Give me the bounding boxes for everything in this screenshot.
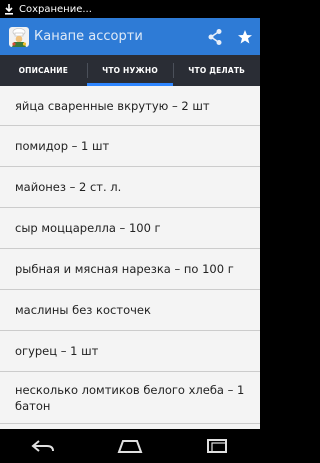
app-title: Канапе ассорти <box>34 29 143 44</box>
list-item: огурец – 1 шт <box>0 331 260 372</box>
list-item: майонез – 2 ст. л. <box>0 167 260 208</box>
action-bar: Канапе ассорти <box>0 18 260 55</box>
chef-icon[interactable] <box>8 26 30 48</box>
ingredients-list[interactable]: яйца сваренные вкрутую – 2 шт помидор – … <box>0 86 260 429</box>
tab-instructions[interactable]: ЧТО ДЕЛАТЬ <box>173 55 260 86</box>
star-icon <box>238 29 252 43</box>
tab-ingredients[interactable]: ЧТО НУЖНО <box>86 55 174 86</box>
share-button[interactable] <box>200 18 230 55</box>
list-item: несколько ломтиков белого хлеба – 1 бато… <box>0 372 260 424</box>
back-icon <box>31 440 55 452</box>
status-notification-text: Сохранение... <box>19 3 92 15</box>
list-item: помидор – 1 шт <box>0 126 260 167</box>
back-button[interactable] <box>18 429 68 463</box>
app-screen: Сохранение... Канапе ассорти ОПИСАНИЕ ЧТ… <box>0 0 260 463</box>
home-icon <box>117 440 143 453</box>
favorite-button[interactable] <box>230 18 260 55</box>
home-button[interactable] <box>105 429 155 463</box>
share-icon <box>208 28 222 45</box>
download-icon <box>4 3 14 15</box>
recents-button[interactable] <box>192 429 242 463</box>
tab-description-label: ОПИСАНИЕ <box>18 66 69 75</box>
list-item: яйца сваренные вкрутую – 2 шт <box>0 86 260 126</box>
tab-bar: ОПИСАНИЕ ЧТО НУЖНО ЧТО ДЕЛАТЬ <box>0 55 260 86</box>
recents-icon <box>206 439 227 453</box>
list-item: рыбная и мясная нарезка – по 100 г <box>0 249 260 290</box>
list-item: маслины без косточек <box>0 290 260 331</box>
status-bar: Сохранение... <box>0 0 260 18</box>
list-item: сыр моццарелла – 100 г <box>0 208 260 249</box>
tab-description[interactable]: ОПИСАНИЕ <box>0 55 87 86</box>
tab-ingredients-label: ЧТО НУЖНО <box>102 66 158 75</box>
tab-instructions-label: ЧТО ДЕЛАТЬ <box>188 66 246 75</box>
navigation-bar <box>0 429 260 463</box>
